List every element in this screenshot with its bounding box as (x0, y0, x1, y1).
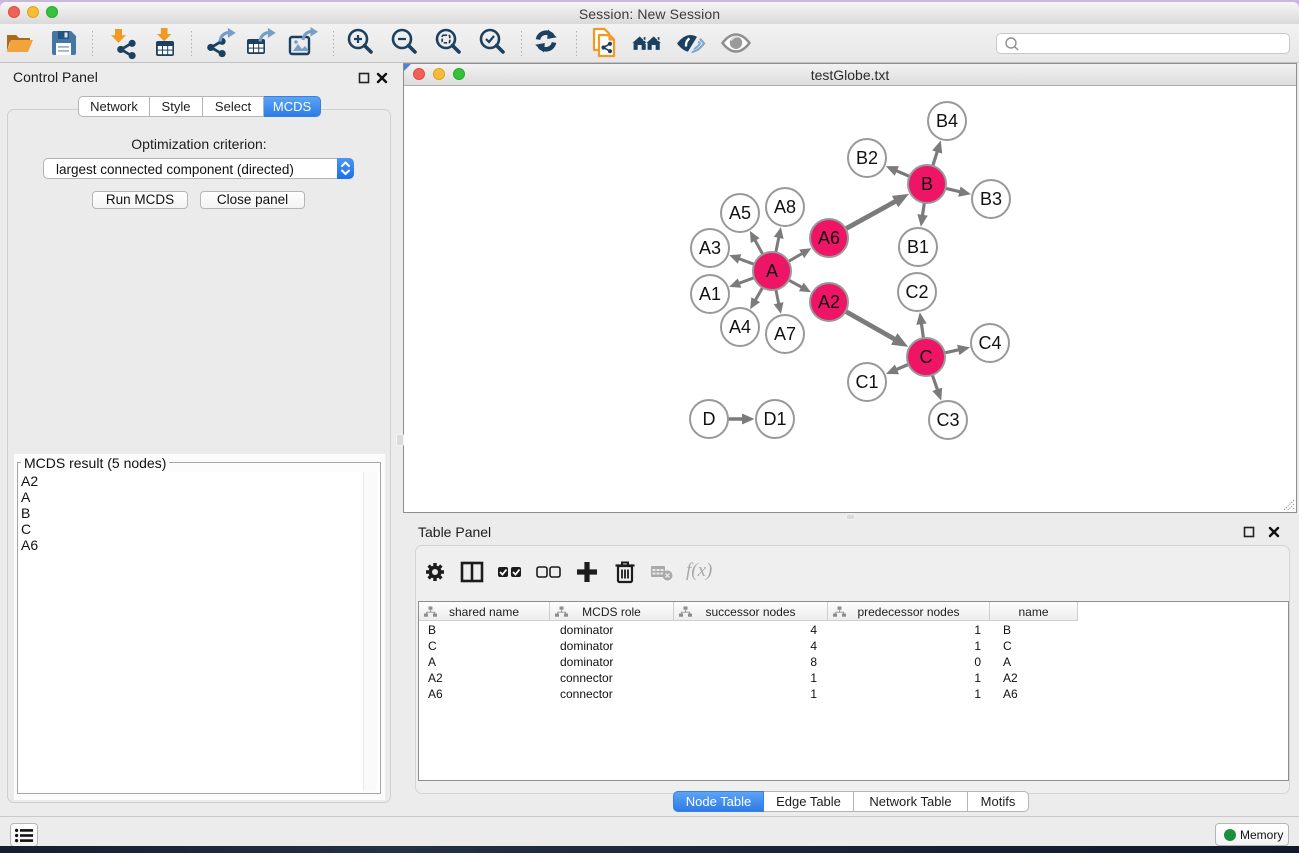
svg-text:B1: B1 (907, 237, 929, 257)
svg-text:A: A (766, 261, 778, 281)
svg-text:B4: B4 (936, 111, 958, 131)
svg-text:C2: C2 (905, 282, 928, 302)
svg-text:D1: D1 (763, 409, 786, 429)
svg-text:D: D (703, 409, 716, 429)
svg-text:B3: B3 (980, 189, 1002, 209)
svg-text:A4: A4 (729, 317, 751, 337)
svg-text:C4: C4 (978, 333, 1001, 353)
svg-text:B2: B2 (856, 148, 878, 168)
svg-text:B: B (921, 174, 933, 194)
svg-text:A1: A1 (699, 284, 721, 304)
svg-text:C: C (920, 347, 933, 367)
svg-text:A8: A8 (774, 197, 796, 217)
svg-text:A2: A2 (818, 292, 840, 312)
svg-text:A5: A5 (729, 203, 751, 223)
svg-text:A7: A7 (774, 324, 796, 344)
svg-text:C3: C3 (936, 410, 959, 430)
svg-text:A3: A3 (699, 238, 721, 258)
svg-text:C1: C1 (855, 372, 878, 392)
svg-text:A6: A6 (818, 228, 840, 248)
